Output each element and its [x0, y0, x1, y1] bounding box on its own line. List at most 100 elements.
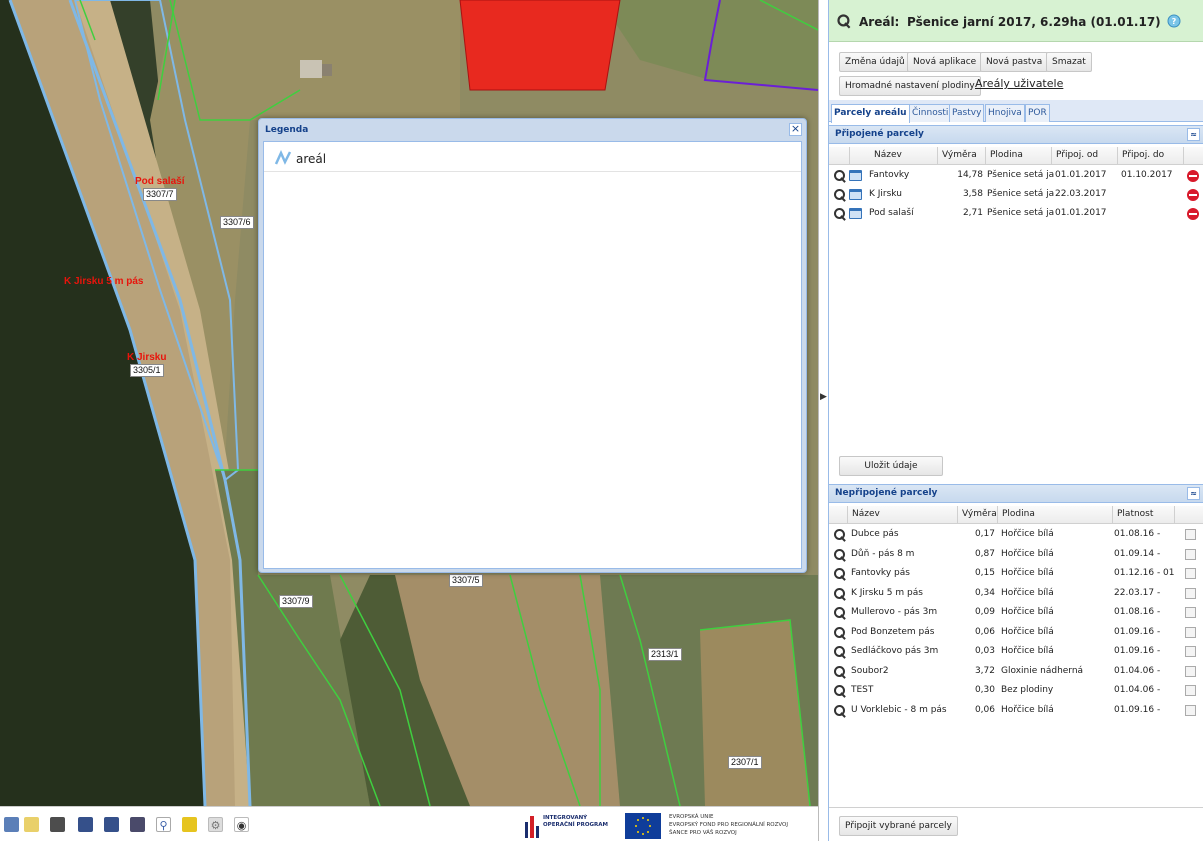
col-plodina[interactable]: Plodina [985, 147, 1051, 165]
help-icon[interactable]: ? [1167, 14, 1181, 28]
parcel-crop: Hořčice bílá [1001, 626, 1054, 637]
table-row[interactable]: Soubor2 3,72 Gloxinie nádherná 01.04.06 - [829, 662, 1203, 681]
measure-icon[interactable]: ⚲ [156, 817, 171, 832]
close-icon[interactable]: × [789, 123, 802, 136]
zoom-to-parcel-icon[interactable] [833, 626, 847, 640]
user-areals-link[interactable]: Areály uživatele [975, 77, 1063, 90]
table-row[interactable]: Sedláčkovo pás 3m 0,03 Hořčice bílá 01.09.1… [829, 642, 1203, 661]
layers-icon[interactable] [4, 817, 19, 832]
col-pripoj-od[interactable]: Připoj. od [1051, 147, 1117, 165]
table-row[interactable]: K Jirsku 3,58 Pšenice setá ja...22.03.2017 [829, 185, 1203, 204]
map-label-2313-1: 2313/1 [648, 648, 682, 661]
table-row[interactable]: Mullerovo - pás 3m 0,09 Hořčice bílá 01.08.… [829, 603, 1203, 622]
select-checkbox[interactable] [1185, 665, 1196, 677]
zoom-to-parcel-icon[interactable] [833, 207, 847, 221]
edit-data-button[interactable]: Změna údajů [839, 52, 911, 72]
right-panel: Areál: Pšenice jarní 2017, 6.29ha (01.01… [828, 0, 1203, 841]
table-row[interactable]: Pod salaší 2,71 Pšenice setá ja...01.01.20… [829, 204, 1203, 223]
collapse-icon[interactable]: ≈ [1187, 128, 1200, 141]
parcel-name: Fantovky [869, 170, 910, 180]
table-row[interactable]: U Vorklebic - 8 m pás 0,06 Hořčice bílá 01.… [829, 701, 1203, 720]
select-checkbox[interactable] [1185, 685, 1196, 696]
save-button[interactable]: Uložit údaje [839, 456, 943, 476]
zoom-to-parcel-icon[interactable] [833, 528, 847, 542]
collapse-icon[interactable]: ≈ [1187, 487, 1200, 500]
remove-icon[interactable] [1187, 189, 1199, 201]
zoom-to-parcel-icon[interactable] [833, 704, 847, 718]
table-row[interactable]: K Jirsku 5 m pás 0,34 Hořčice bílá 22.03.17… [829, 584, 1203, 603]
print-icon[interactable] [78, 817, 93, 832]
remove-icon[interactable] [1187, 170, 1199, 182]
print-a3-icon[interactable] [130, 817, 145, 832]
select-checkbox[interactable] [1185, 607, 1196, 618]
zoom-to-parcel-icon[interactable] [833, 587, 847, 601]
binoculars-icon[interactable] [50, 817, 65, 832]
select-checkbox[interactable] [1185, 587, 1196, 599]
select-checkbox[interactable] [1185, 626, 1196, 638]
connect-selected-button[interactable]: Připojit vybrané parcely [839, 816, 958, 836]
map-label-pod-salasi: Pod salaší [135, 176, 185, 187]
parcel-crop: Hořčice bílá [1001, 548, 1054, 559]
table-row[interactable]: TEST 0,30 Bez plodiny 01.04.06 - [829, 681, 1203, 700]
zoom-to-parcel-icon[interactable] [833, 645, 847, 659]
select-checkbox[interactable] [1185, 529, 1196, 540]
parcel-area: 2,71 [962, 208, 983, 218]
table-row[interactable]: Fantovky pás 0,15 Hořčice bílá 01.12.16 - 0… [829, 564, 1203, 583]
eye-icon[interactable]: ◉ [234, 817, 249, 832]
remove-icon[interactable] [1187, 208, 1199, 220]
tab-cinnosti[interactable]: Činnosti [909, 104, 952, 122]
map-export-icon[interactable] [24, 817, 39, 832]
new-pasture-button[interactable]: Nová pastva [980, 52, 1049, 72]
select-checkbox[interactable] [1185, 704, 1196, 716]
parcel-to: 01.10.2017 [1121, 170, 1173, 180]
zoom-to-parcel-icon[interactable] [833, 548, 847, 562]
tab-hnojiva[interactable]: Hnojiva [985, 104, 1025, 122]
zoom-to-parcel-icon[interactable] [833, 665, 847, 679]
select-checkbox[interactable] [1185, 646, 1196, 657]
table-row[interactable]: Pod Bonzetem pás 0,06 Hořčice bílá 01.09.16… [829, 623, 1203, 642]
col-vymera[interactable]: Výměra [937, 147, 987, 165]
map-view[interactable]: Pod salaší 3307/7 3307/6 K Jirsku 5 m pá… [0, 0, 818, 806]
zoom-to-parcel-icon[interactable] [833, 169, 847, 183]
print-a4-icon[interactable] [104, 817, 119, 832]
settings-icon[interactable]: ⚙ [208, 817, 223, 832]
connected-parcels-header[interactable]: Připojené parcely ≈ [829, 125, 1203, 144]
zoom-to-parcel-icon[interactable] [833, 567, 847, 581]
tab-pastvy[interactable]: Pastvy [949, 104, 985, 122]
select-checkbox[interactable] [1185, 548, 1196, 560]
table-row[interactable]: Fantovky 14,78 Pšenice setá ja...01.01.201… [829, 166, 1203, 185]
zoom-to-parcel-icon[interactable] [833, 684, 847, 698]
map-label-k-jirsku: K Jirsku [127, 352, 167, 363]
select-checkbox[interactable] [1185, 568, 1196, 579]
map-label-3307-7: 3307/7 [143, 188, 177, 201]
col-actions [1183, 147, 1203, 165]
parcel-valid: 01.04.06 - [1114, 665, 1161, 676]
zoom-to-parcel-icon[interactable] [833, 606, 847, 620]
table-row[interactable]: Dubce pás 0,17 Hořčice bílá 01.08.16 - [829, 525, 1203, 544]
table-row[interactable]: Důň - pás 8 m 0,87 Hořčice bílá 01.09.14 - [829, 545, 1203, 564]
open-detail-icon[interactable] [849, 170, 862, 181]
tab-por[interactable]: POR [1025, 104, 1050, 122]
col-plodina[interactable]: Plodina [997, 506, 1112, 524]
tab-parcely-arealu[interactable]: Parcely areálu [831, 104, 910, 123]
col-platnost[interactable]: Platnost [1112, 506, 1174, 524]
parcel-crop: Gloxinie nádherná [1001, 665, 1084, 676]
new-application-button[interactable]: Nová aplikace [907, 52, 983, 72]
parcel-name: K Jirsku 5 m pás [851, 587, 923, 598]
open-detail-icon[interactable] [849, 208, 862, 219]
annotate-icon[interactable] [182, 817, 197, 832]
panel-splitter[interactable]: ▶ [818, 0, 828, 841]
search-icon[interactable] [836, 13, 851, 28]
col-pripoj-do[interactable]: Připoj. do [1117, 147, 1183, 165]
col-nazev[interactable]: Název [847, 506, 959, 524]
open-detail-icon[interactable] [849, 189, 862, 200]
col-vymera[interactable]: Výměra [957, 506, 997, 524]
delete-button[interactable]: Smazat [1046, 52, 1092, 72]
collapse-arrow-icon[interactable]: ▶ [820, 392, 827, 402]
unconnected-parcels-header[interactable]: Nepřipojené parcely ≈ [829, 484, 1203, 503]
legend-dialog[interactable]: Legenda × areál [258, 118, 807, 573]
svg-text:?: ? [1172, 17, 1177, 26]
bulk-crop-button[interactable]: Hromadné nastavení plodiny [839, 76, 981, 96]
zoom-to-parcel-icon[interactable] [833, 188, 847, 202]
unconnected-parcels-title: Nepřipojené parcely [835, 488, 938, 498]
